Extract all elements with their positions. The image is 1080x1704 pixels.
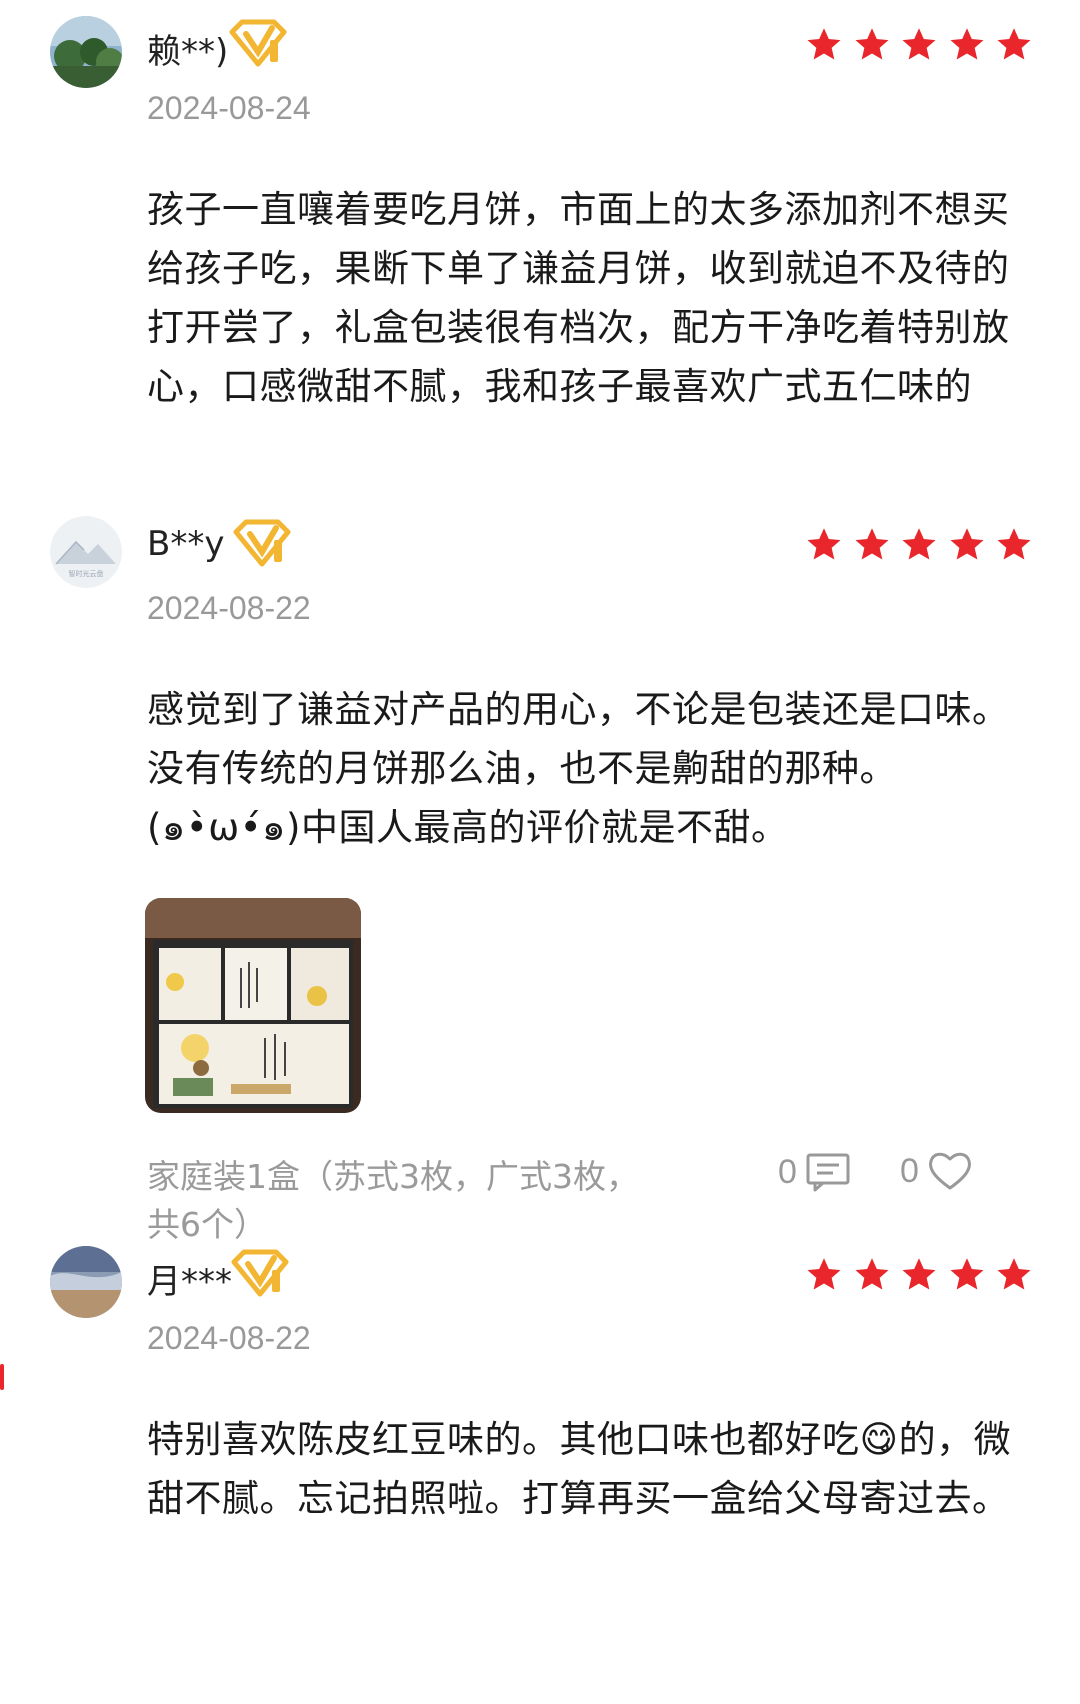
star-icon	[997, 1258, 1031, 1290]
star-icon	[902, 1258, 936, 1290]
edge-indicator	[0, 1364, 4, 1390]
star-icon	[902, 528, 936, 560]
star-icon	[950, 528, 983, 560]
comment-count: 0	[778, 1152, 797, 1191]
heart-icon	[928, 1152, 971, 1190]
review-text: 特别喜欢陈皮红豆味的。其他口味也都好吃😋的，微甜不腻。忘记拍照啦。打算再买一盒给…	[147, 1418, 1012, 1520]
star-icon	[807, 528, 841, 560]
star-icon	[855, 28, 888, 60]
review-photo[interactable]	[145, 898, 361, 1113]
avatar[interactable]	[50, 1246, 122, 1318]
spec-label: 家庭装1盒（苏式3枚，广式3枚，共6个）	[147, 1157, 639, 1244]
comment-icon	[806, 1153, 850, 1192]
like-count: 0	[900, 1151, 919, 1190]
rating-stars	[806, 26, 1044, 62]
avatar[interactable]	[50, 16, 122, 88]
review-text: 孩子一直嚷着要吃月饼，市面上的太多添加剂不想买给孩子吃，果断下单了谦益月饼，收到…	[147, 188, 1010, 408]
review-date: 2024-08-22	[147, 590, 311, 626]
star-icon	[902, 28, 936, 60]
vip-badge-icon	[231, 1249, 289, 1297]
rating-stars	[806, 526, 1044, 562]
comment-button[interactable]: 0	[778, 1152, 851, 1192]
svg-text:智时光云盘: 智时光云盘	[69, 569, 104, 578]
like-button[interactable]: 0	[900, 1150, 973, 1192]
username[interactable]: 月***	[147, 1254, 232, 1303]
vip-badge-icon	[233, 519, 291, 567]
star-icon	[997, 28, 1031, 60]
review-date: 2024-08-22	[147, 1320, 311, 1356]
star-icon	[855, 1258, 888, 1290]
rating-stars	[806, 1256, 1044, 1292]
review-text: 感觉到了谦益对产品的用心，不论是包装还是口味。没有传统的月饼那么油，也不是齁甜的…	[147, 688, 1010, 849]
star-icon	[855, 528, 888, 560]
star-icon	[950, 1258, 983, 1290]
vip-badge-icon	[229, 19, 287, 67]
star-icon	[807, 28, 841, 60]
review-date: 2024-08-24	[147, 90, 311, 126]
avatar[interactable]: 智时光云盘	[50, 516, 122, 588]
star-icon	[997, 528, 1031, 560]
star-icon	[950, 28, 983, 60]
username[interactable]: 赖**)	[147, 24, 228, 73]
star-icon	[807, 1258, 841, 1290]
username[interactable]: B**y	[147, 524, 224, 564]
